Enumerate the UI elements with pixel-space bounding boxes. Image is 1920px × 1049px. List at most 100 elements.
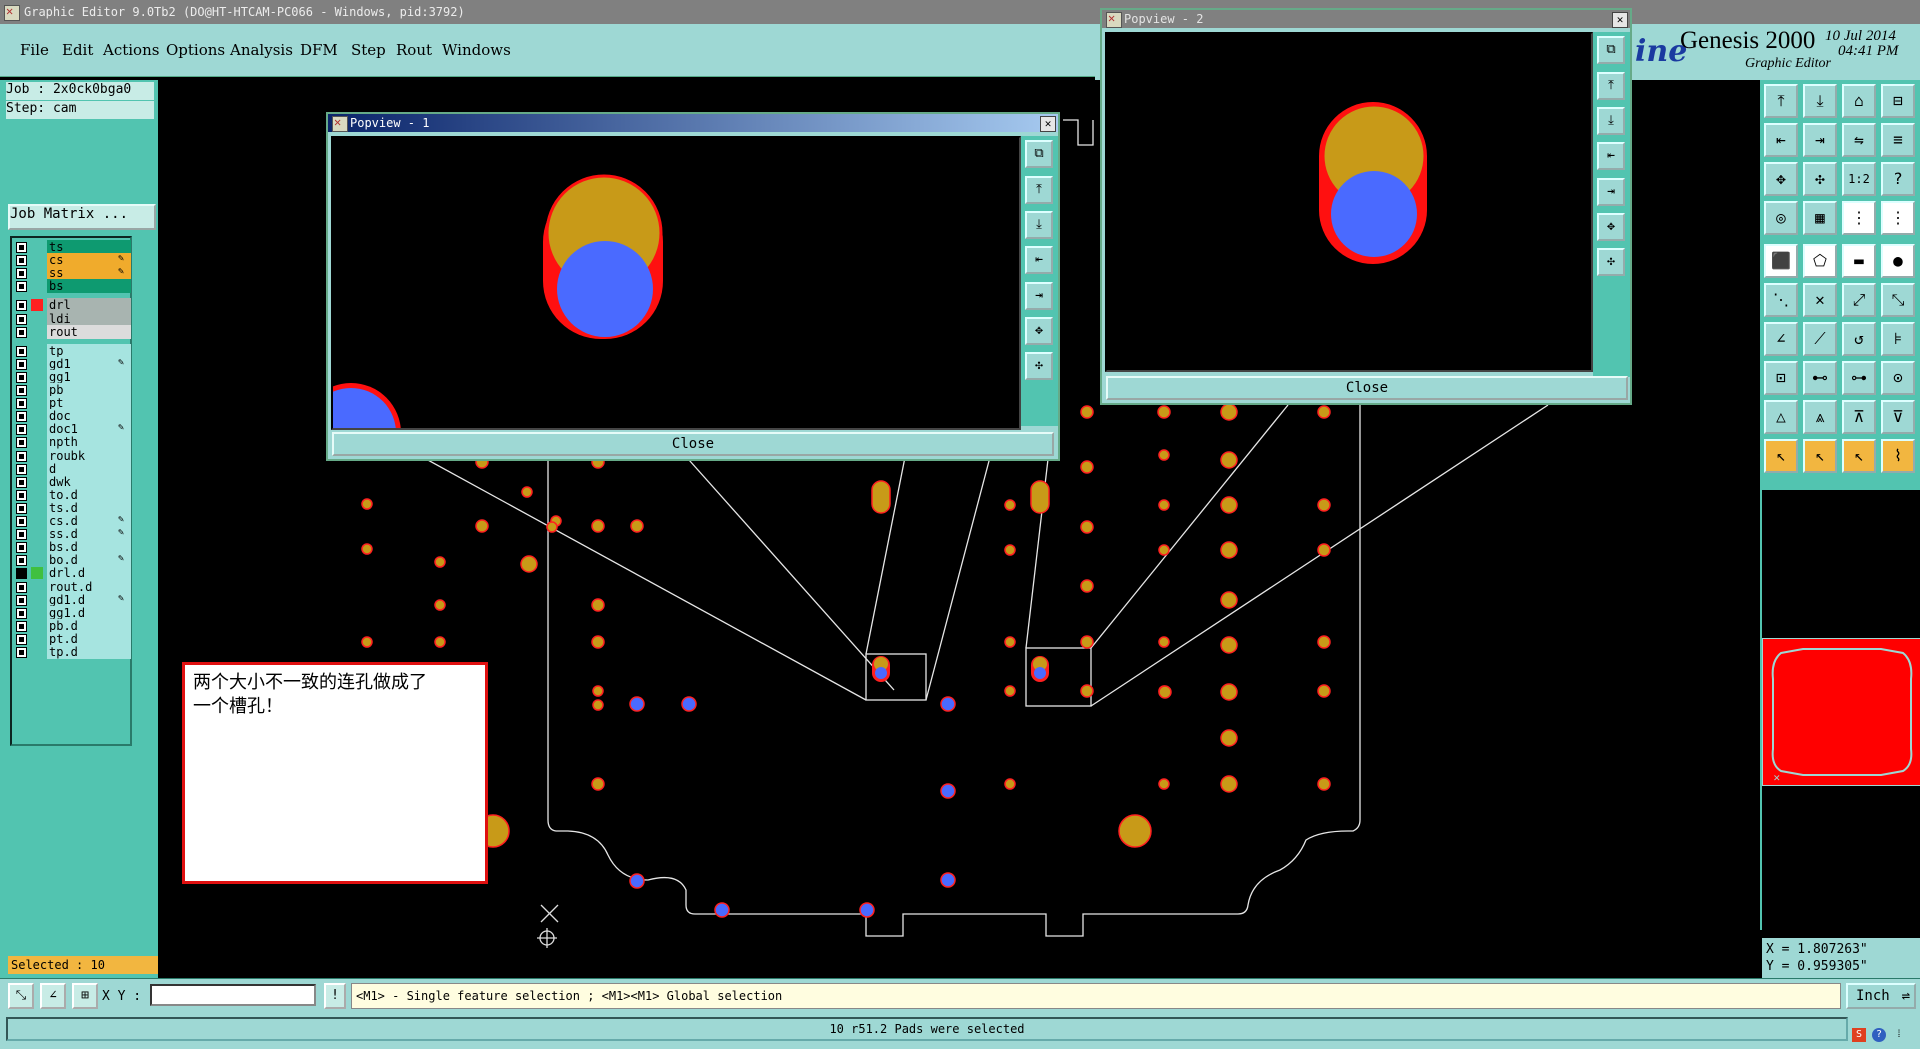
pad-feature[interactable] — [1317, 405, 1331, 419]
layer-row[interactable]: bs — [14, 279, 131, 294]
layer-name[interactable]: ts.d — [47, 500, 131, 515]
layer-name[interactable]: pb.d — [47, 618, 131, 633]
popview-1-pan-up-icon[interactable]: ⤒ — [1025, 176, 1053, 204]
pad-feature[interactable] — [1004, 544, 1016, 556]
layer-checkbox[interactable] — [16, 300, 27, 312]
contour-icon[interactable]: ⊙ — [1881, 361, 1915, 395]
layer-checkbox[interactable] — [16, 313, 27, 325]
popview-2-zoom-fit-icon[interactable]: ✥ — [1597, 213, 1625, 241]
pad-feature[interactable] — [591, 777, 605, 791]
split-icon[interactable]: ⊟ — [1881, 84, 1915, 118]
tray-help-icon[interactable]: ? — [1872, 1028, 1886, 1042]
snap-icon[interactable]: ◎ — [1764, 201, 1798, 235]
pad-feature[interactable] — [361, 636, 373, 648]
grid-icon[interactable]: ▦ — [1803, 201, 1837, 235]
layer-checkbox[interactable] — [16, 489, 27, 501]
add-circle-icon[interactable]: ● — [1881, 244, 1915, 278]
popview-2-pan-left-icon[interactable]: ⇤ — [1597, 142, 1625, 170]
pad-feature[interactable] — [1158, 778, 1170, 790]
rotate-icon[interactable]: ↺ — [1842, 322, 1876, 356]
pad-feature[interactable] — [1220, 636, 1238, 654]
pad-feature[interactable] — [1317, 635, 1331, 649]
menu-actions[interactable]: Actions — [103, 41, 159, 59]
add-line-icon[interactable]: ▬ — [1842, 244, 1876, 278]
layer-checkbox[interactable] — [16, 358, 27, 370]
layer-checkbox[interactable] — [16, 437, 27, 449]
drill-feature[interactable] — [681, 696, 697, 712]
layer-row[interactable]: tp.d — [14, 645, 131, 660]
zoom-center-icon[interactable]: ✣ — [1803, 162, 1837, 196]
grid-icon[interactable]: ⊞ — [72, 983, 98, 1009]
pad-feature[interactable] — [1158, 685, 1172, 699]
xy-input[interactable] — [150, 984, 316, 1006]
drill-feature[interactable] — [714, 902, 730, 918]
layer-name[interactable]: drl.d — [47, 566, 131, 581]
layer-checkbox[interactable] — [16, 281, 27, 293]
layer-checkbox[interactable] — [16, 371, 27, 383]
pad-feature[interactable] — [1220, 541, 1238, 559]
layer-checkbox[interactable] — [16, 450, 27, 462]
popview-2-close-button[interactable]: Close — [1106, 376, 1628, 400]
layer-checkbox[interactable] — [16, 502, 27, 514]
popview-1-pan-right-icon[interactable]: ⇥ — [1025, 282, 1053, 310]
layer-name[interactable]: bs.d — [47, 540, 131, 555]
layer-checkbox[interactable] — [16, 555, 27, 567]
drill-feature[interactable] — [629, 873, 645, 889]
text-icon[interactable]: ⊼ — [1842, 400, 1876, 434]
pad-feature[interactable] — [434, 599, 446, 611]
popview-2-window[interactable]: Popview - 2 ✕ ⧉ ⤒ ⤓ ⇤ ⇥ ✥ ✣ Close — [1100, 8, 1632, 405]
layer-checkbox[interactable] — [16, 385, 27, 396]
layer-name[interactable]: doc — [47, 409, 131, 424]
pad-feature[interactable] — [546, 521, 558, 533]
popview-1-viewport[interactable] — [331, 136, 1021, 430]
pan-down-icon[interactable]: ⤓ — [1803, 84, 1837, 118]
layer-row[interactable]: rout — [14, 324, 131, 340]
pad-feature[interactable] — [592, 685, 604, 697]
pad-feature[interactable] — [1080, 460, 1094, 474]
pan-left-icon[interactable]: ⇤ — [1764, 123, 1798, 157]
warning-icon[interactable]: ! — [324, 983, 346, 1009]
pad-feature[interactable] — [1004, 778, 1016, 790]
layer-name[interactable]: tp — [47, 343, 131, 358]
popview-2-viewport[interactable] — [1105, 32, 1593, 372]
menu-dfm[interactable]: DFM — [300, 41, 338, 59]
zoom-box-icon[interactable]: ⤡ — [8, 983, 34, 1009]
pad-feature[interactable] — [591, 519, 605, 533]
pad-feature[interactable] — [1317, 498, 1331, 512]
pad-feature[interactable] — [1158, 636, 1170, 648]
measure-icon[interactable]: ∠ — [40, 983, 66, 1009]
tray-s-icon[interactable]: S — [1852, 1028, 1866, 1042]
layer-checkbox[interactable] — [16, 647, 27, 658]
layer-name[interactable]: pb — [47, 383, 131, 397]
pad-feature[interactable] — [1080, 684, 1094, 698]
menu-rout[interactable]: Rout — [396, 41, 432, 59]
layer-checkbox[interactable] — [16, 581, 27, 593]
pad-feature[interactable] — [1220, 591, 1238, 609]
popview-2-window-icon[interactable]: ⧉ — [1597, 36, 1625, 64]
unit-selector[interactable]: Inch ⇌ — [1846, 983, 1916, 1009]
add-surface-icon[interactable]: ⬠ — [1803, 244, 1837, 278]
pad-feature[interactable] — [1220, 683, 1238, 701]
pad-feature[interactable] — [434, 556, 446, 568]
resize-icon[interactable]: ⊡ — [1764, 361, 1798, 395]
drill-feature[interactable] — [859, 902, 875, 918]
angle-icon[interactable]: ∠ — [1764, 322, 1798, 356]
connect-icon[interactable]: ⋱ — [1764, 283, 1798, 317]
select-pointer-icon[interactable]: ↖ — [1803, 439, 1837, 473]
menu-windows[interactable]: Windows — [442, 41, 511, 59]
layer-checkbox[interactable] — [16, 516, 27, 527]
popview-1-close-button[interactable]: Close — [332, 432, 1054, 456]
layer-name[interactable]: gg1.d — [47, 605, 131, 620]
drill-feature[interactable] — [629, 696, 645, 712]
layer-name[interactable]: rout — [47, 324, 131, 339]
route-icon[interactable]: ⌇ — [1881, 439, 1915, 473]
delete-icon[interactable]: ✕ — [1803, 283, 1837, 317]
layer-name[interactable]: rout.d — [47, 579, 131, 594]
pad-feature[interactable] — [475, 519, 489, 533]
tray-menu-icon[interactable]: ⁞ — [1892, 1028, 1906, 1042]
popview-1-pan-down-icon[interactable]: ⤓ — [1025, 211, 1053, 239]
layer-checkbox[interactable] — [16, 568, 27, 580]
menu-icon[interactable]: ≡ — [1881, 123, 1915, 157]
layer-checkbox[interactable] — [16, 620, 27, 632]
pad-feature[interactable] — [1004, 636, 1016, 648]
